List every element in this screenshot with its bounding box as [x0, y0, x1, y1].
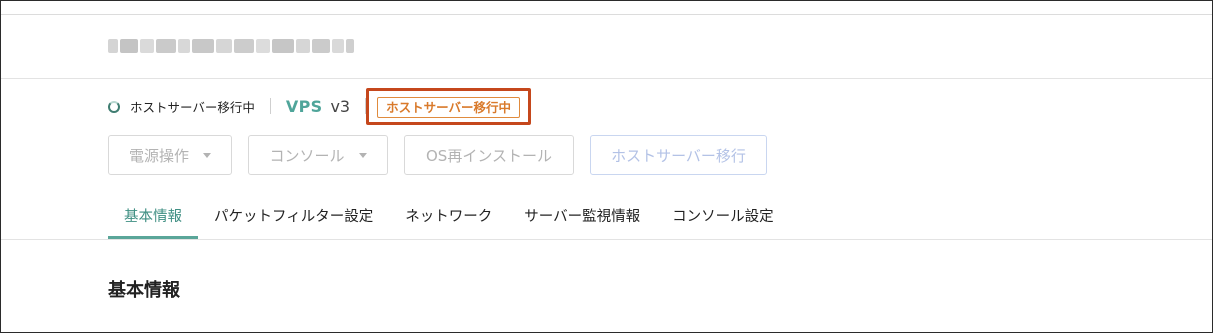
status-row: ホストサーバー移行中 VPS v3 ホストサーバー移行中 — [108, 87, 531, 125]
tab-packet-filter[interactable]: パケットフィルター設定 — [198, 196, 389, 239]
tab-monitoring[interactable]: サーバー監視情報 — [508, 196, 656, 239]
tab-console-settings[interactable]: コンソール設定 — [656, 196, 790, 239]
caret-down-icon — [203, 152, 211, 158]
section-title: 基本情報 — [108, 280, 180, 301]
console-dropdown-button[interactable]: コンソール — [248, 135, 388, 175]
caret-down-icon — [358, 152, 367, 158]
power-button-label: 電源操作 — [128, 146, 189, 165]
server-name-redacted — [108, 36, 358, 56]
action-buttons: 電源操作 コンソール OS再インストール ホストサーバー移行 — [108, 135, 767, 175]
status-text: ホストサーバー移行中 — [130, 99, 255, 115]
tab-basic-info[interactable]: 基本情報 — [108, 196, 198, 239]
top-divider — [1, 14, 1212, 15]
os-reinstall-button[interactable]: OS再インストール — [404, 135, 574, 175]
tab-label: パケットフィルター設定 — [214, 209, 374, 225]
header-divider — [1, 78, 1212, 79]
tab-label: サーバー監視情報 — [524, 209, 641, 225]
tab-bar: 基本情報 パケットフィルター設定 ネットワーク サーバー監視情報 コンソール設定 — [108, 196, 790, 239]
highlight-box: ホストサーバー移行中 — [366, 87, 531, 125]
console-button-label: コンソール — [269, 146, 345, 165]
product-name: VPS — [285, 96, 323, 116]
product-version: v3 — [330, 96, 351, 116]
tabs-divider — [1, 239, 1212, 240]
loading-spinner-icon — [108, 100, 120, 113]
reinstall-button-label: OS再インストール — [425, 146, 553, 165]
host-migrate-button[interactable]: ホストサーバー移行 — [590, 135, 767, 175]
power-dropdown-button[interactable]: 電源操作 — [108, 135, 232, 175]
status-badge: ホストサーバー移行中 — [377, 96, 520, 118]
tab-label: コンソール設定 — [672, 209, 774, 225]
divider — [269, 98, 271, 114]
tab-label: 基本情報 — [124, 209, 182, 225]
tab-label: ネットワーク — [405, 209, 493, 225]
migrate-button-label: ホストサーバー移行 — [611, 146, 746, 165]
tab-network[interactable]: ネットワーク — [389, 196, 508, 239]
